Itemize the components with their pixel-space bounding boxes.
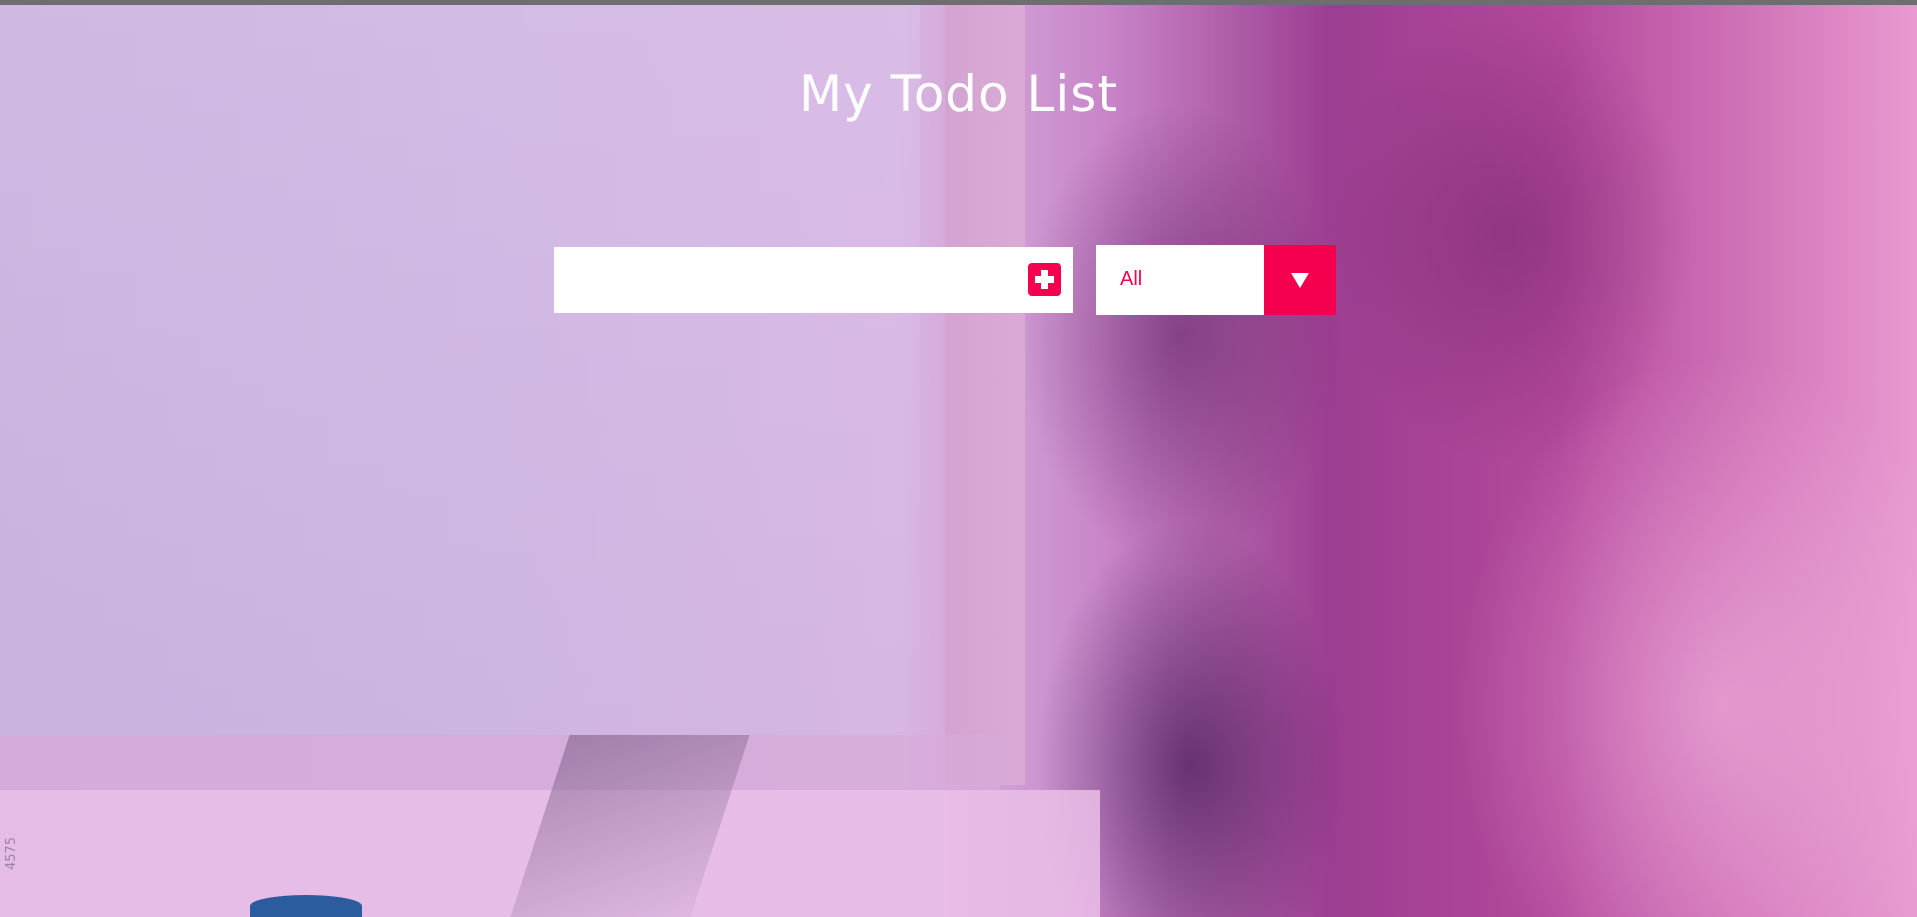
todo-input[interactable] [554, 247, 1004, 313]
filter-dropdown-button[interactable] [1264, 245, 1336, 315]
browser-edge [0, 0, 1917, 5]
filter-selected-value: All [1120, 268, 1143, 290]
photo-watermark: 4575 [4, 836, 19, 870]
background-cup [250, 895, 362, 917]
plus-icon-stroke [1041, 270, 1048, 289]
todo-form [554, 247, 1073, 313]
page-title: My Todo List [799, 65, 1118, 123]
add-todo-button[interactable] [1028, 263, 1061, 296]
caret-down-icon [1291, 273, 1309, 288]
filter-select[interactable]: All [1096, 245, 1336, 315]
todo-app-page: 4575 My Todo List All [0, 0, 1917, 917]
background-window-sill [0, 735, 1000, 790]
